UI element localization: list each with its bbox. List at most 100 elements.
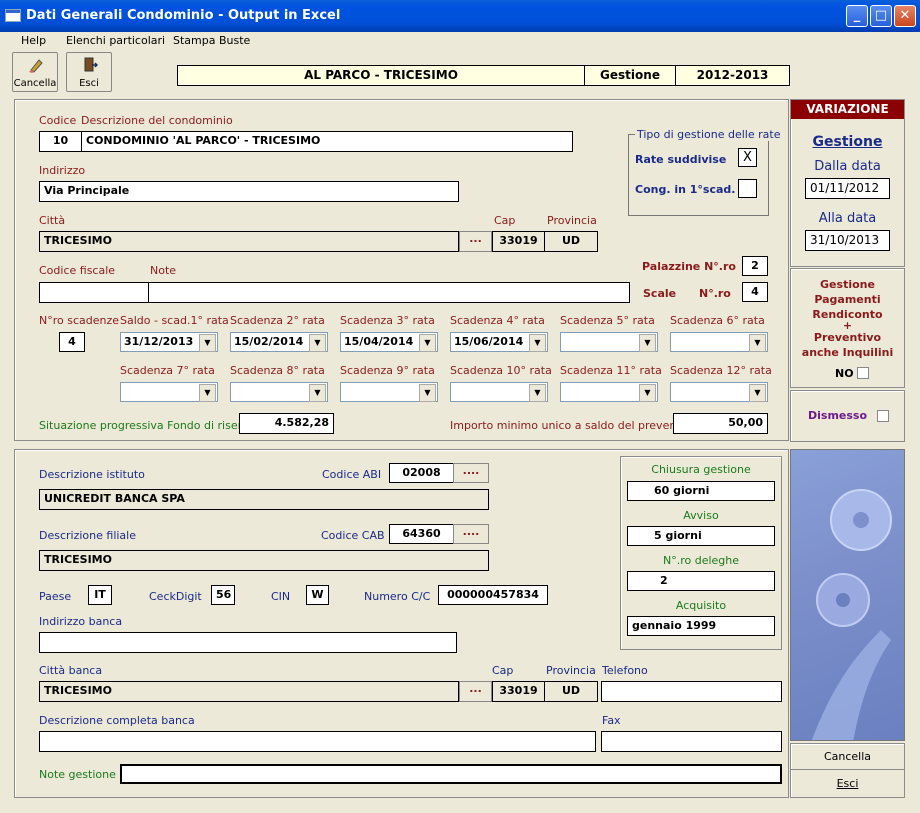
indirizzo-banca-field[interactable] [39,632,457,653]
paese-label: Paese [39,590,72,603]
scadenza-row2-combo-1[interactable]: ▼ [120,382,218,402]
chevron-down-icon[interactable]: ▼ [419,334,436,352]
telefono-field[interactable] [601,681,782,702]
rate-suddivise-label: Rate suddivise [635,153,727,166]
chevron-down-icon[interactable]: ▼ [309,334,326,352]
chevron-down-icon[interactable]: ▼ [639,334,656,352]
cap-banca-field[interactable]: 33019 [492,681,545,702]
condominio-header: AL PARCO - TRICESIMO [177,65,585,86]
cf-label: Codice fiscale [39,264,116,277]
abi-field[interactable]: 02008 [389,463,454,483]
cancella-button[interactable]: Cancella [791,744,904,770]
nro-scadenze-field[interactable]: 4 [59,332,85,352]
indirizzo-label: Indirizzo [39,164,86,177]
paese-field[interactable]: IT [88,585,112,605]
rate-suddivise-checkbox[interactable]: X [738,148,757,167]
provincia-banca-field[interactable]: UD [544,681,598,702]
cf-field[interactable] [39,282,149,303]
chiusura-field[interactable]: 60 giorni [627,481,775,501]
scadenza-row2-label-4: Scadenza 10° rata [450,364,552,377]
checkdigit-label: CeckDigit [149,590,202,603]
filiale-label: Descrizione filiale [39,529,136,542]
maximize-button[interactable]: □ [870,5,892,27]
cong-checkbox[interactable] [738,179,757,198]
fondo-field[interactable]: 4.582,28 [239,413,334,434]
descrizione-field[interactable]: CONDOMINIO 'AL PARCO' - TRICESIMO [81,131,573,152]
exit-toolbar-button[interactable]: Esci [66,52,112,92]
scale-field[interactable]: 4 [742,282,768,302]
importo-field[interactable]: 50,00 [673,413,768,434]
scadenza-row2-combo-5[interactable]: ▼ [560,382,658,402]
cap-banca-label: Cap [492,664,514,677]
scadenza-row2-combo-2[interactable]: ▼ [230,382,328,402]
inquilini-checkbox[interactable] [857,367,869,379]
minimize-button[interactable]: _ [846,5,868,27]
chevron-down-icon[interactable]: ▼ [529,334,546,352]
citta-field[interactable]: TRICESIMO [39,231,459,252]
palazzine-label: Palazzine N°.ro [642,260,736,273]
esci-button[interactable]: Esci [791,771,904,797]
menu-help[interactable]: Help [21,34,46,47]
chevron-down-icon[interactable]: ▼ [419,384,436,402]
cab-lookup-button[interactable]: .... [453,524,489,544]
scadenza-row1-combo-6[interactable]: ▼ [670,332,768,352]
scadenza-row1-combo-3[interactable]: 15/04/2014 ▼ [340,332,438,352]
provincia-label: Provincia [547,214,597,227]
chevron-down-icon[interactable]: ▼ [309,384,326,402]
codice-field[interactable]: 10 [39,131,82,152]
acquisito-field[interactable]: gennaio 1999 [627,616,775,636]
abi-lookup-button[interactable]: .... [453,463,489,483]
note-field[interactable] [148,282,630,303]
chevron-down-icon[interactable]: ▼ [639,384,656,402]
cab-field[interactable]: 64360 [389,524,454,544]
avviso-field[interactable]: 5 giorni [627,526,775,546]
chevron-down-icon[interactable]: ▼ [529,384,546,402]
acquisito-label: Acquisito [675,599,727,612]
chevron-down-icon[interactable]: ▼ [749,334,766,352]
scadenza-row2-combo-3[interactable]: ▼ [340,382,438,402]
citta-lookup-button[interactable]: ... [459,231,492,252]
chiusura-label: Chiusura gestione [651,463,751,476]
checkdigit-field[interactable]: 56 [211,585,235,605]
scadenza-row1-combo-1[interactable]: 31/12/2013 ▼ [120,332,218,352]
citta-banca-lookup-button[interactable]: ... [459,681,492,702]
numero-cc-label: Numero C/C [364,590,431,603]
provincia-field[interactable]: UD [544,231,598,252]
scadenza-row2-combo-4[interactable]: ▼ [450,382,548,402]
scadenza-row1-label-5: Scadenza 5° rata [560,314,655,327]
dismesso-checkbox[interactable] [877,410,889,422]
palazzine-field[interactable]: 2 [742,256,768,276]
dalla-data-field[interactable]: 01/11/2012 [805,178,890,199]
citta-banca-field[interactable]: TRICESIMO [39,681,459,702]
filiale-field[interactable]: TRICESIMO [39,550,489,571]
desc-completa-field[interactable] [39,731,596,752]
cap-field[interactable]: 33019 [492,231,545,252]
alla-data-field[interactable]: 31/10/2013 [805,230,890,251]
scadenza-row1-combo-2[interactable]: 15/02/2014 ▼ [230,332,328,352]
chevron-down-icon[interactable]: ▼ [199,334,216,352]
numero-cc-field[interactable]: 000000457834 [438,585,548,605]
fax-field[interactable] [601,731,782,752]
cancel-toolbar-button[interactable]: Cancella [12,52,58,92]
chevron-down-icon[interactable]: ▼ [199,384,216,402]
menu-stampa-buste[interactable]: Stampa Buste [173,34,250,47]
gestione-pagamenti-line: + [842,319,853,332]
note-gestione-field[interactable] [120,764,782,784]
gestione-header-value: 2012-2013 [675,65,790,86]
gestione-link[interactable]: Gestione [791,134,904,150]
cin-field[interactable]: W [306,585,329,605]
close-button[interactable]: ✕ [894,5,916,27]
codice-label: Codice [39,114,77,127]
scadenza-row1-combo-4[interactable]: 15/06/2014 ▼ [450,332,548,352]
note-label: Note [150,264,177,277]
istituto-field[interactable]: UNICREDIT BANCA SPA [39,489,489,510]
indirizzo-field[interactable]: Via Principale [39,181,459,202]
scadenza-row1-value-1: 31/12/2013 [124,335,194,348]
scadenza-row2-combo-6[interactable]: ▼ [670,382,768,402]
fax-label: Fax [602,714,621,727]
citta-label: Città [39,214,66,227]
deleghe-field[interactable]: 2 [627,571,775,591]
scadenza-row1-combo-5[interactable]: ▼ [560,332,658,352]
chevron-down-icon[interactable]: ▼ [749,384,766,402]
menu-elenchi[interactable]: Elenchi particolari [66,34,165,47]
